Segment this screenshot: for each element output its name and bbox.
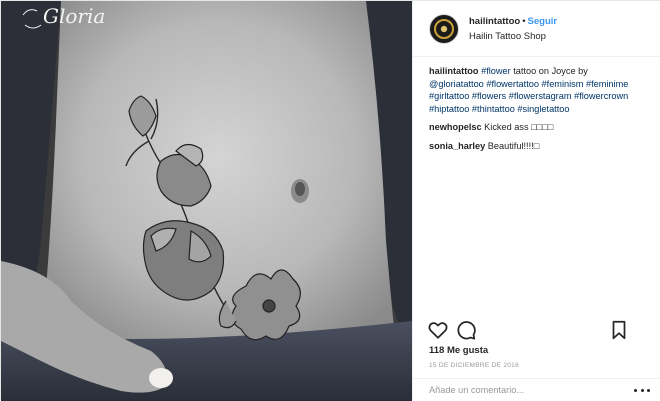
follow-button[interactable]: Seguir — [528, 16, 558, 27]
mention-link[interactable]: @gloriatattoo — [429, 79, 484, 89]
comment-icon[interactable] — [455, 319, 477, 341]
post-header: hailintattoo • Seguir Hailin Tattoo Shop — [413, 1, 660, 57]
comments-section: hailintattoo #flower tattoo on Joyce by … — [413, 57, 660, 153]
location-link[interactable]: Hailin Tattoo Shop — [469, 29, 557, 44]
comment-text: Beautiful!!!!□ — [487, 140, 540, 151]
header-username[interactable]: hailintattoo — [469, 16, 520, 27]
hashtag-link[interactable]: #flower — [481, 66, 511, 76]
more-options-icon[interactable] — [634, 385, 650, 395]
caption-username[interactable]: hailintattoo — [429, 66, 479, 76]
shop-logo-icon — [434, 18, 454, 39]
avatar[interactable] — [429, 13, 459, 44]
hashtag-link[interactable]: #flowers — [472, 91, 506, 101]
hashtag-link[interactable]: #feminism — [542, 79, 584, 89]
hashtag-link[interactable]: #flowercrown — [574, 91, 628, 101]
post-photo[interactable]: Gloria — [1, 1, 412, 401]
add-comment-bar: Añade un comentario... — [413, 378, 660, 401]
hashtag-link[interactable]: #flowerstagram — [509, 91, 572, 101]
comment-username[interactable]: newhopelsc — [429, 122, 482, 132]
bookmark-icon[interactable] — [608, 319, 630, 341]
tattoo-photo-image: Gloria — [1, 1, 412, 401]
comment-text: Kicked ass □□□□ — [484, 122, 554, 133]
separator-dot: • — [522, 15, 526, 27]
hashtag-link[interactable]: #thintattoo — [472, 104, 515, 114]
hashtag-link[interactable]: #flowertattoo — [486, 79, 539, 89]
comment-username[interactable]: sonia_harley — [429, 141, 485, 151]
comment-item: sonia_harley Beautiful!!!!□ — [429, 140, 645, 153]
hashtag-link[interactable]: #feminime — [586, 79, 628, 89]
post-date[interactable]: 15 DE DICIEMBRE DE 2016 — [429, 362, 519, 369]
caption-text: tattoo on Joyce by — [510, 66, 588, 76]
comment-input[interactable]: Añade un comentario... — [429, 385, 634, 395]
action-bar — [413, 317, 660, 343]
comment-item: newhopelsc Kicked ass □□□□ — [429, 121, 645, 134]
post-caption: hailintattoo #flower tattoo on Joyce by … — [429, 65, 645, 115]
photo-watermark: Gloria — [43, 4, 105, 28]
hashtag-link[interactable]: #hiptattoo — [429, 104, 469, 114]
post-sidebar: hailintattoo • Seguir Hailin Tattoo Shop h… — [412, 1, 660, 401]
hashtag-link[interactable]: #singletattoo — [517, 104, 569, 114]
likes-count[interactable]: 118 Me gusta — [429, 345, 488, 356]
heart-icon[interactable] — [427, 319, 449, 341]
instagram-post: Gloria hailintattoo • Seguir Hailin Tattoo… — [0, 0, 660, 401]
hashtag-link[interactable]: #girltattoo — [429, 91, 469, 101]
